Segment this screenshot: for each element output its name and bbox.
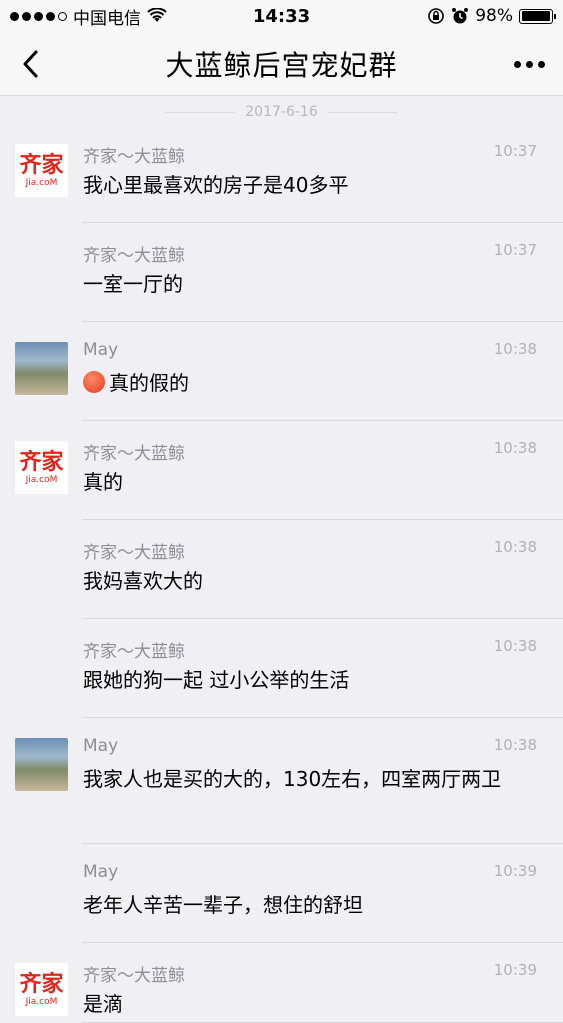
more-dot-icon [513,60,521,68]
message-text: 一室一厅的 [83,272,183,296]
signal-strength-icon [10,11,67,21]
logo-text: 齐家 [19,971,64,997]
wifi-icon [147,8,167,22]
message-item[interactable]: 齐家 Jia.coM 齐家～大蓝鲸 10:38 真的 [0,421,563,520]
message-text: 跟她的狗一起 过小公举的生活 [83,668,350,692]
more-dot-icon [537,60,545,68]
message-item[interactable]: 齐家 Jia.coM 齐家～大蓝鲸 10:37 我心里最喜欢的房子是40多平 [0,124,563,223]
back-button[interactable] [12,46,48,82]
battery-icon [519,8,556,24]
message-time: 10:38 [493,538,537,556]
sender-name: May [83,340,119,360]
message-time: 10:38 [493,340,537,358]
message-time: 10:37 [493,142,537,160]
message-item[interactable]: 齐家 Jia.coM 齐家～大蓝鲸 10:39 是滴 [0,943,563,1023]
message-item[interactable]: May 10:38 真的假的 [0,322,563,421]
date-separator-text: 2017-6-16 [245,104,318,120]
message-list[interactable]: 齐家 Jia.coM 齐家～大蓝鲸 10:37 我心里最喜欢的房子是40多平 齐家～大蓝鲸… [0,124,563,1023]
message-text: 真的假的 [83,368,523,398]
message-text: 我心里最喜欢的房子是40多平 [83,173,349,197]
date-separator: 2017-6-16 [0,100,563,124]
logo-subtext: Jia.coM [25,474,58,485]
logo-text: 齐家 [19,449,64,475]
status-left: 中国电信 [10,4,167,29]
message-item[interactable]: May 10:38 我家人也是买的大的，130左右，四室两厅两卫 [0,718,563,844]
jia-logo-avatar[interactable]: 齐家 Jia.coM [15,144,68,197]
sender-name: 齐家～大蓝鲸 [83,444,185,464]
chevron-left-icon [23,50,38,78]
sender-name: 齐家～大蓝鲸 [83,147,185,167]
sender-name: 齐家～大蓝鲸 [83,543,185,563]
message-time: 10:38 [493,736,537,754]
sender-name: 齐家～大蓝鲸 [83,246,185,266]
nav-bar: 大蓝鲸后宫宠妃群 [0,32,563,96]
status-bar: 中国电信 14:33 98% [0,0,563,32]
logo-subtext: Jia.coM [25,996,58,1007]
message-text: 老年人辛苦一辈子，想住的舒坦 [83,893,363,917]
battery-percent: 98% [475,6,513,26]
carrier-name: 中国电信 [73,8,141,29]
battery-fill [521,11,550,21]
rotation-lock-icon [428,8,445,24]
message-time: 10:39 [493,862,537,880]
message-item[interactable]: 齐家～大蓝鲸 10:38 跟她的狗一起 过小公举的生活 [0,619,563,718]
sender-name: 齐家～大蓝鲸 [83,642,185,662]
more-dot-icon [525,60,533,68]
jia-logo-avatar[interactable]: 齐家 Jia.coM [15,441,68,494]
alarm-icon [452,8,469,24]
angry-face-icon [83,371,105,393]
message-item[interactable]: May 10:39 老年人辛苦一辈子，想住的舒坦 [0,844,563,943]
sender-name: May [83,736,119,756]
message-text: 我家人也是买的大的，130左右，四室两厅两卫 [83,767,502,791]
message-time: 10:38 [493,637,537,655]
message-item[interactable]: 齐家～大蓝鲸 10:38 我妈喜欢大的 [0,520,563,619]
may-photo-avatar[interactable] [15,738,68,791]
logo-text: 齐家 [19,152,64,178]
chat-title: 大蓝鲸后宫宠妃群 [165,48,398,82]
message-time: 10:39 [493,961,537,979]
message-time: 10:37 [493,241,537,259]
jia-logo-avatar[interactable]: 齐家 Jia.coM [15,963,68,1016]
message-text: 真的 [83,470,123,494]
more-button[interactable] [509,46,549,82]
message-time: 10:38 [493,439,537,457]
sender-name: 齐家～大蓝鲸 [83,966,185,986]
logo-subtext: Jia.coM [25,177,58,188]
sender-name: May [83,862,119,882]
may-photo-avatar[interactable] [15,342,68,395]
message-text: 我妈喜欢大的 [83,569,203,593]
message-text: 是滴 [83,992,123,1016]
status-right: 98% [427,6,556,26]
message-item[interactable]: 齐家～大蓝鲸 10:37 一室一厅的 [0,223,563,322]
